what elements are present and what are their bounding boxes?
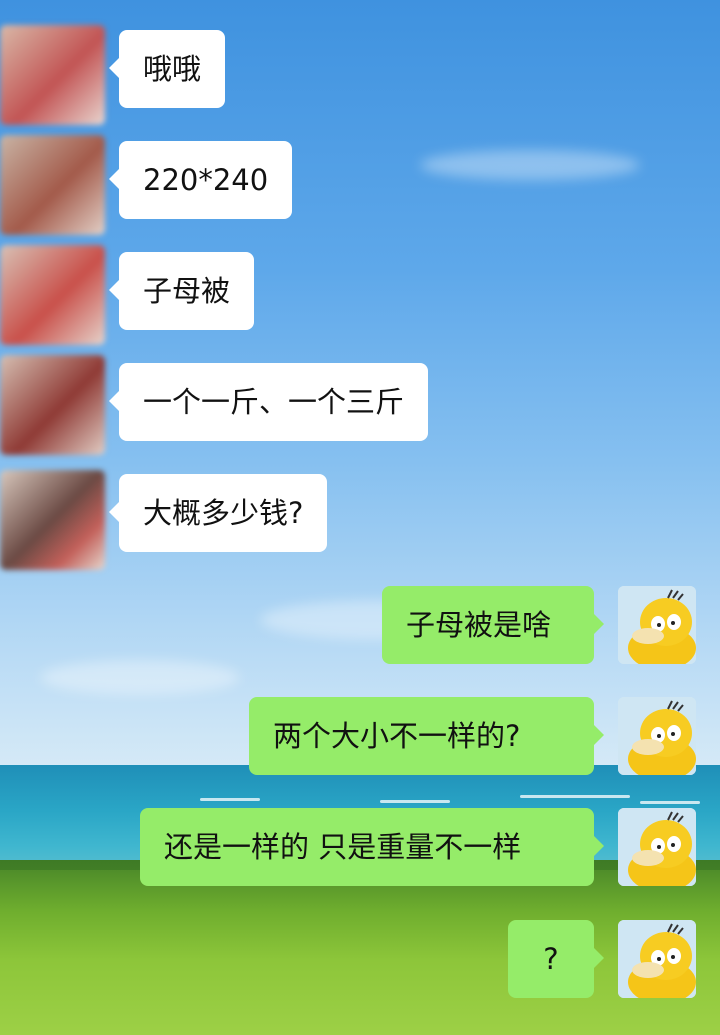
self-avatar[interactable] (618, 920, 696, 998)
cloud-shape (420, 150, 640, 180)
incoming-message-bubble[interactable]: 哦哦 (108, 30, 226, 108)
psyduck-avatar-icon (618, 920, 696, 998)
contact-avatar[interactable] (0, 245, 105, 345)
psyduck-avatar-icon (618, 808, 696, 886)
wave-foam (640, 801, 700, 804)
contact-avatar[interactable] (0, 355, 105, 455)
self-avatar[interactable] (618, 697, 696, 775)
contact-avatar[interactable] (0, 470, 105, 570)
incoming-message-bubble[interactable]: 220*240 (108, 141, 293, 219)
outgoing-message-bubble[interactable]: 还是一样的 只是重量不一样 (140, 808, 604, 886)
contact-avatar[interactable] (0, 135, 105, 235)
incoming-message-bubble[interactable]: 一个一斤、一个三斤 (108, 363, 429, 441)
outgoing-message-bubble[interactable]: 两个大小不一样的? (249, 697, 604, 775)
self-avatar[interactable] (618, 808, 696, 886)
wave-foam (380, 800, 450, 803)
psyduck-avatar-icon (618, 586, 696, 664)
psyduck-avatar-icon (618, 697, 696, 775)
grass-background (0, 870, 720, 1035)
cloud-shape (40, 660, 240, 695)
incoming-message-bubble[interactable]: 大概多少钱? (108, 474, 328, 552)
contact-avatar[interactable] (0, 25, 105, 125)
wave-foam (200, 798, 260, 801)
wave-foam (520, 795, 630, 798)
self-avatar[interactable] (618, 586, 696, 664)
outgoing-message-bubble[interactable]: ? (508, 920, 604, 998)
outgoing-message-bubble[interactable]: 子母被是啥 (382, 586, 604, 664)
incoming-message-bubble[interactable]: 子母被 (108, 252, 255, 330)
